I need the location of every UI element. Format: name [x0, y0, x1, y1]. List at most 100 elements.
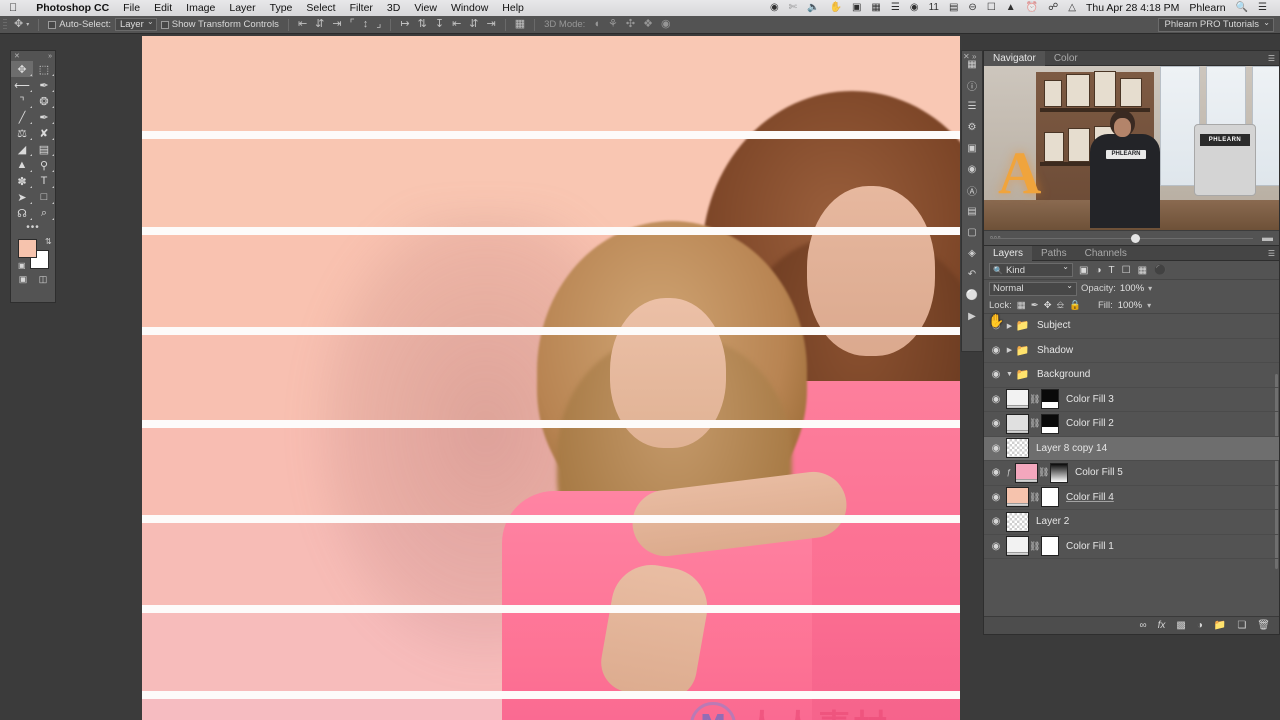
type-tool[interactable]: T: [33, 173, 55, 189]
panel-menu-icon[interactable]: ☰: [1268, 249, 1275, 258]
close-icon[interactable]: ✕: [14, 52, 20, 60]
gradient-tool[interactable]: ▤: [33, 141, 55, 157]
quick-mask-icon[interactable]: ▣: [19, 274, 28, 285]
layer-mask-thumbnail[interactable]: [1050, 462, 1068, 483]
history-icon[interactable]: ↶: [962, 264, 982, 285]
crop-tool[interactable]: ⌝: [11, 93, 33, 109]
layer-name[interactable]: Subject: [1037, 320, 1070, 331]
show-transform-controls-checkbox[interactable]: Show Transform Controls: [157, 19, 283, 30]
layer-mask-thumbnail[interactable]: [1041, 413, 1059, 434]
layer-list[interactable]: ◉ ▶ 📁 Subject ◉ ▶ 📁 Shadow ◉ ▼ 📁 Background ◉ ⛓ Color …: [984, 314, 1279, 616]
move-tool-icon[interactable]: ✥ ▾: [10, 19, 33, 30]
filter-type-icon[interactable]: T: [1108, 265, 1116, 276]
fill-dropdown-icon[interactable]: ▾: [1147, 301, 1151, 310]
brush-tool[interactable]: ✒: [33, 109, 55, 125]
mask-link-icon[interactable]: ⛓: [1029, 394, 1040, 405]
layer-visibility-eye-icon[interactable]: ◉: [988, 394, 1004, 405]
auto-align-icon[interactable]: ▦: [511, 19, 529, 30]
blur-tool[interactable]: ▲: [11, 157, 33, 173]
group-twisty-icon[interactable]: ▼: [1004, 371, 1015, 378]
layer-row[interactable]: ◉ ⛓ Color Fill 2: [984, 412, 1279, 437]
3d-icon[interactable]: ◈: [962, 243, 982, 264]
layer-row[interactable]: ◉ ▶ 📁 Shadow: [984, 339, 1279, 363]
distribute-bottom-icon[interactable]: ↧: [431, 19, 448, 30]
grid-icon[interactable]: ▦: [866, 0, 885, 16]
slider-knob[interactable]: [1131, 234, 1140, 243]
opacity-dropdown-icon[interactable]: ▾: [1148, 284, 1152, 293]
apple-icon[interactable]: : [9, 2, 17, 14]
layer-row[interactable]: ◉ Layer 8 copy 14: [984, 436, 1279, 461]
menu-item-layer[interactable]: Layer: [222, 0, 262, 16]
scissors-icon[interactable]: ✄: [784, 0, 802, 16]
layer-name[interactable]: Color Fill 5: [1075, 467, 1123, 478]
layer-row[interactable]: ◉ ƒ ⛓ Color Fill 5: [984, 461, 1279, 486]
notes-icon[interactable]: ▢: [962, 222, 982, 243]
layer-thumbnail[interactable]: [1006, 389, 1029, 410]
styles-icon[interactable]: ◉: [962, 159, 982, 180]
microphone-icon[interactable]: 🔈: [802, 0, 824, 16]
layer-visibility-eye-icon[interactable]: ◉: [988, 443, 1004, 454]
menu-item-help[interactable]: Help: [495, 0, 531, 16]
default-colors-icon[interactable]: ▣: [18, 261, 26, 270]
edit-toolbar-button[interactable]: •••: [11, 221, 55, 235]
hand-icon[interactable]: ✋: [825, 0, 847, 16]
add-layer-style-icon[interactable]: fx: [1158, 620, 1166, 631]
lock-position-icon[interactable]: ✥: [1044, 300, 1052, 311]
navigator-zoom-slider[interactable]: ▫▫▫ ▬: [984, 230, 1279, 245]
zoom-tool[interactable]: ⌕: [33, 205, 55, 221]
mask-link-icon[interactable]: ⛓: [1029, 492, 1040, 503]
layer-row[interactable]: ◉ ▼ 📁 Background: [984, 363, 1279, 388]
play-icon[interactable]: ▶: [962, 306, 982, 327]
menu-item-filter[interactable]: Filter: [343, 0, 380, 16]
layer-name[interactable]: Color Fill 3: [1066, 394, 1114, 405]
rectangle-tool[interactable]: □: [33, 189, 55, 205]
layer-visibility-eye-icon[interactable]: ◉: [988, 345, 1004, 356]
layer-visibility-eye-icon[interactable]: ◉: [988, 467, 1004, 478]
layer-row[interactable]: ◉ ⛓ Color Fill 4: [984, 486, 1279, 510]
menu-item-type[interactable]: Type: [263, 0, 300, 16]
options-bar-grip[interactable]: [0, 16, 10, 33]
blend-mode-dropdown[interactable]: Normal: [989, 281, 1077, 296]
wifi-icon[interactable]: △: [1063, 0, 1081, 16]
orbit-3d-icon[interactable]: ◖: [589, 19, 604, 30]
menu-item-3d[interactable]: 3D: [380, 0, 407, 16]
menu-item-edit[interactable]: Edit: [147, 0, 179, 16]
layer-name[interactable]: Layer 8 copy 14: [1036, 443, 1107, 454]
new-group-icon[interactable]: 📁: [1214, 620, 1226, 631]
layer-visibility-eye-icon[interactable]: ◉: [988, 516, 1004, 527]
clone-stamp-tool[interactable]: ⚖: [11, 125, 33, 141]
dock-expand-icon[interactable]: »: [972, 52, 976, 61]
align-horizontal-centers-icon[interactable]: ⇵: [311, 19, 328, 30]
layer-name[interactable]: Layer 2: [1036, 516, 1069, 527]
actions-icon[interactable]: ⚪: [962, 285, 982, 306]
distribute-top-icon[interactable]: ↦: [396, 19, 413, 30]
layer-mask-thumbnail[interactable]: [1041, 389, 1059, 410]
wifi-tools-icon[interactable]: ☰: [886, 0, 905, 16]
clock-datetime[interactable]: Thu Apr 28 4:18 PM: [1081, 0, 1184, 16]
menu-item-photoshop[interactable]: Photoshop CC: [29, 0, 116, 16]
menu-item-select[interactable]: Select: [299, 0, 342, 16]
group-twisty-icon[interactable]: ▶: [1004, 322, 1015, 330]
layer-name[interactable]: Color Fill 4: [1066, 492, 1114, 503]
history-brush-tool[interactable]: ✘: [33, 125, 55, 141]
screenshare-icon[interactable]: ▣: [847, 0, 866, 16]
layer-mask-thumbnail[interactable]: [1041, 487, 1059, 508]
mask-link-icon[interactable]: ⛓: [1029, 418, 1040, 429]
mask-link-icon[interactable]: ⛓: [1029, 541, 1040, 552]
tab-channels[interactable]: Channels: [1076, 246, 1136, 261]
do-not-disturb-icon[interactable]: ⊖: [963, 0, 981, 16]
navigator-preview[interactable]: PHLEARN PHLEARN A: [984, 66, 1279, 230]
layer-visibility-eye-icon[interactable]: ◉: [988, 541, 1004, 552]
lasso-tool[interactable]: ⟵: [11, 77, 33, 93]
record-icon[interactable]: ◉: [765, 0, 784, 16]
tab-paths[interactable]: Paths: [1032, 246, 1076, 261]
libraries-icon[interactable]: ▣: [962, 138, 982, 159]
zoom-in-icon[interactable]: ▬: [1262, 232, 1273, 244]
slider-track[interactable]: [992, 238, 1253, 239]
tab-color[interactable]: Color: [1045, 51, 1087, 66]
user-name[interactable]: Phlearn: [1184, 0, 1230, 16]
lock-artboard-icon[interactable]: ⎒: [1057, 300, 1065, 311]
paragraph-icon[interactable]: ▤: [962, 201, 982, 222]
layer-row[interactable]: ◉ ⛓ Color Fill 1: [984, 535, 1279, 559]
properties-icon[interactable]: ☰: [962, 96, 982, 117]
